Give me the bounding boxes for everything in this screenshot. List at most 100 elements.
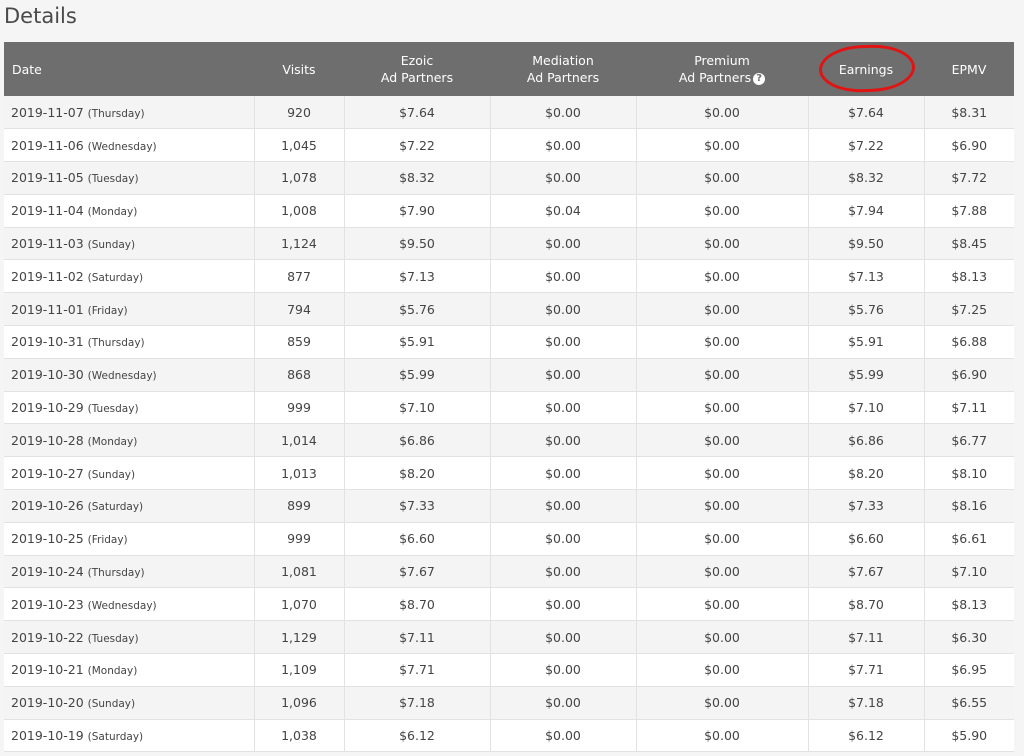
cell-mediation: $0.00 (490, 96, 637, 130)
cell-premium: $0.00 (636, 358, 809, 392)
cell-premium: $0.00 (636, 161, 809, 195)
cell-ezoic: $8.32 (344, 161, 491, 195)
cell-visits: 1,129 (254, 620, 345, 655)
cell-ezoic: $5.76 (344, 292, 491, 327)
table-row: 2019-10-21 (Monday) 1,109 $7.71 $0.00 $0.00 $… (4, 653, 1014, 687)
cell-epmv: $7.72 (924, 161, 1014, 195)
cell-mediation: $0.00 (490, 620, 637, 655)
date-value: 2019-11-06 (11, 137, 84, 153)
cell-ezoic: $9.50 (344, 227, 491, 261)
cell-mediation: $0.00 (490, 456, 637, 491)
table-row: 2019-10-27 (Sunday) 1,013 $8.20 $0.00 $0.00 $… (4, 456, 1014, 491)
column-header-epmv[interactable]: EPMV (924, 42, 1014, 96)
table-body: 2019-11-07 (Thursday) 920 $7.64 $0.00 $0.00 $… (4, 96, 1014, 753)
cell-epmv: $6.88 (924, 325, 1014, 359)
cell-date: 2019-10-29 (Tuesday) (4, 391, 255, 425)
cell-epmv: $5.90 (924, 719, 1014, 753)
cell-mediation: $0.00 (490, 227, 637, 261)
table-row: 2019-11-06 (Wednesday) 1,045 $7.22 $0.00 $0.… (4, 128, 1014, 163)
date-value: 2019-11-01 (11, 301, 84, 317)
cell-mediation: $0.00 (490, 653, 637, 687)
cell-mediation: $0.00 (490, 391, 637, 425)
cell-date: 2019-11-03 (Sunday) (4, 227, 255, 261)
date-value: 2019-10-27 (11, 465, 84, 481)
cell-mediation: $0.00 (490, 259, 637, 294)
cell-date: 2019-10-30 (Wednesday) (4, 358, 255, 392)
date-value: 2019-11-04 (11, 203, 84, 219)
cell-date: 2019-11-07 (Thursday) (4, 96, 255, 130)
cell-visits: 1,109 (254, 653, 345, 687)
cell-ezoic: $5.91 (344, 325, 491, 359)
cell-mediation: $0.00 (490, 555, 637, 589)
cell-premium: $0.00 (636, 227, 809, 261)
cell-date: 2019-11-02 (Saturday) (4, 259, 255, 294)
cell-epmv: $8.13 (924, 587, 1014, 622)
cell-earnings: $7.13 (808, 259, 925, 294)
cell-earnings: $7.18 (808, 686, 925, 720)
cell-earnings: $7.22 (808, 128, 925, 163)
day-of-week: (Tuesday) (87, 403, 139, 416)
cell-mediation: $0.00 (490, 161, 637, 195)
cell-epmv: $8.10 (924, 456, 1014, 491)
cell-visits: 794 (254, 292, 345, 327)
cell-date: 2019-11-06 (Wednesday) (4, 128, 255, 163)
cell-visits: 868 (254, 358, 345, 392)
cell-ezoic: $8.70 (344, 587, 491, 622)
date-value: 2019-11-02 (11, 268, 84, 284)
cell-epmv: $6.30 (924, 620, 1014, 655)
date-value: 2019-10-25 (11, 531, 84, 547)
day-of-week: (Wednesday) (87, 140, 157, 153)
table-row: 2019-10-19 (Saturday) 1,038 $6.12 $0.00 $0.0… (4, 719, 1014, 753)
column-header-mediation-ad-partners[interactable]: Mediation Ad Partners (490, 42, 636, 96)
column-header-earnings[interactable]: Earnings (808, 42, 924, 96)
cell-premium: $0.00 (636, 522, 809, 556)
cell-premium: $0.00 (636, 259, 809, 294)
table-row: 2019-10-29 (Tuesday) 999 $7.10 $0.00 $0.00 $7… (4, 391, 1014, 425)
cell-premium: $0.00 (636, 423, 809, 458)
column-header-date[interactable]: Date (4, 42, 254, 96)
table-row: 2019-10-30 (Wednesday) 868 $5.99 $0.00 $0.00… (4, 358, 1014, 392)
cell-premium: $0.00 (636, 292, 809, 327)
cell-ezoic: $7.64 (344, 96, 491, 130)
cell-earnings: $5.91 (808, 325, 925, 359)
column-header-ezoic-ad-partners[interactable]: Ezoic Ad Partners (344, 42, 490, 96)
cell-date: 2019-11-04 (Monday) (4, 194, 255, 228)
date-value: 2019-10-19 (11, 728, 84, 744)
cell-date: 2019-10-31 (Thursday) (4, 325, 255, 359)
cell-earnings: $7.71 (808, 653, 925, 687)
cell-ezoic: $7.10 (344, 391, 491, 425)
cell-earnings: $9.50 (808, 227, 925, 261)
cell-visits: 1,038 (254, 719, 345, 753)
date-value: 2019-10-22 (11, 629, 84, 645)
question-circle-icon[interactable]: ? (753, 72, 766, 85)
day-of-week: (Tuesday) (87, 173, 139, 186)
column-header-premium-ad-partners[interactable]: Premium Ad Partners? (636, 42, 808, 96)
cell-mediation: $0.00 (490, 292, 637, 327)
table-row: 2019-11-02 (Saturday) 877 $7.13 $0.00 $0.00 $… (4, 259, 1014, 294)
cell-mediation: $0.00 (490, 587, 637, 622)
cell-earnings: $7.94 (808, 194, 925, 228)
cell-premium: $0.00 (636, 391, 809, 425)
day-of-week: (Saturday) (87, 271, 144, 284)
table-header-row: Date Visits Ezoic Ad Partners Mediation … (4, 42, 1014, 96)
cell-date: 2019-11-05 (Tuesday) (4, 161, 255, 195)
details-table: Date Visits Ezoic Ad Partners Mediation … (4, 42, 1014, 753)
table-row: 2019-11-04 (Monday) 1,008 $7.90 $0.04 $0.00 $… (4, 194, 1014, 228)
cell-visits: 1,081 (254, 555, 345, 589)
red-circle-annotation: Earnings (825, 53, 907, 86)
cell-epmv: $7.25 (924, 292, 1014, 327)
cell-premium: $0.00 (636, 325, 809, 359)
cell-visits: 920 (254, 96, 345, 130)
cell-date: 2019-11-01 (Friday) (4, 292, 255, 327)
day-of-week: (Sunday) (87, 239, 136, 252)
date-value: 2019-11-05 (11, 170, 84, 186)
cell-premium: $0.00 (636, 555, 809, 589)
table-row: 2019-10-24 (Thursday) 1,081 $7.67 $0.00 $0.0… (4, 555, 1014, 589)
date-value: 2019-10-23 (11, 596, 84, 612)
cell-premium: $0.00 (636, 620, 809, 655)
column-header-visits[interactable]: Visits (254, 42, 344, 96)
cell-date: 2019-10-28 (Monday) (4, 423, 255, 458)
table-row: 2019-11-01 (Friday) 794 $5.76 $0.00 $0.00 $5.… (4, 292, 1014, 327)
day-of-week: (Friday) (87, 304, 128, 317)
cell-visits: 1,070 (254, 587, 345, 622)
